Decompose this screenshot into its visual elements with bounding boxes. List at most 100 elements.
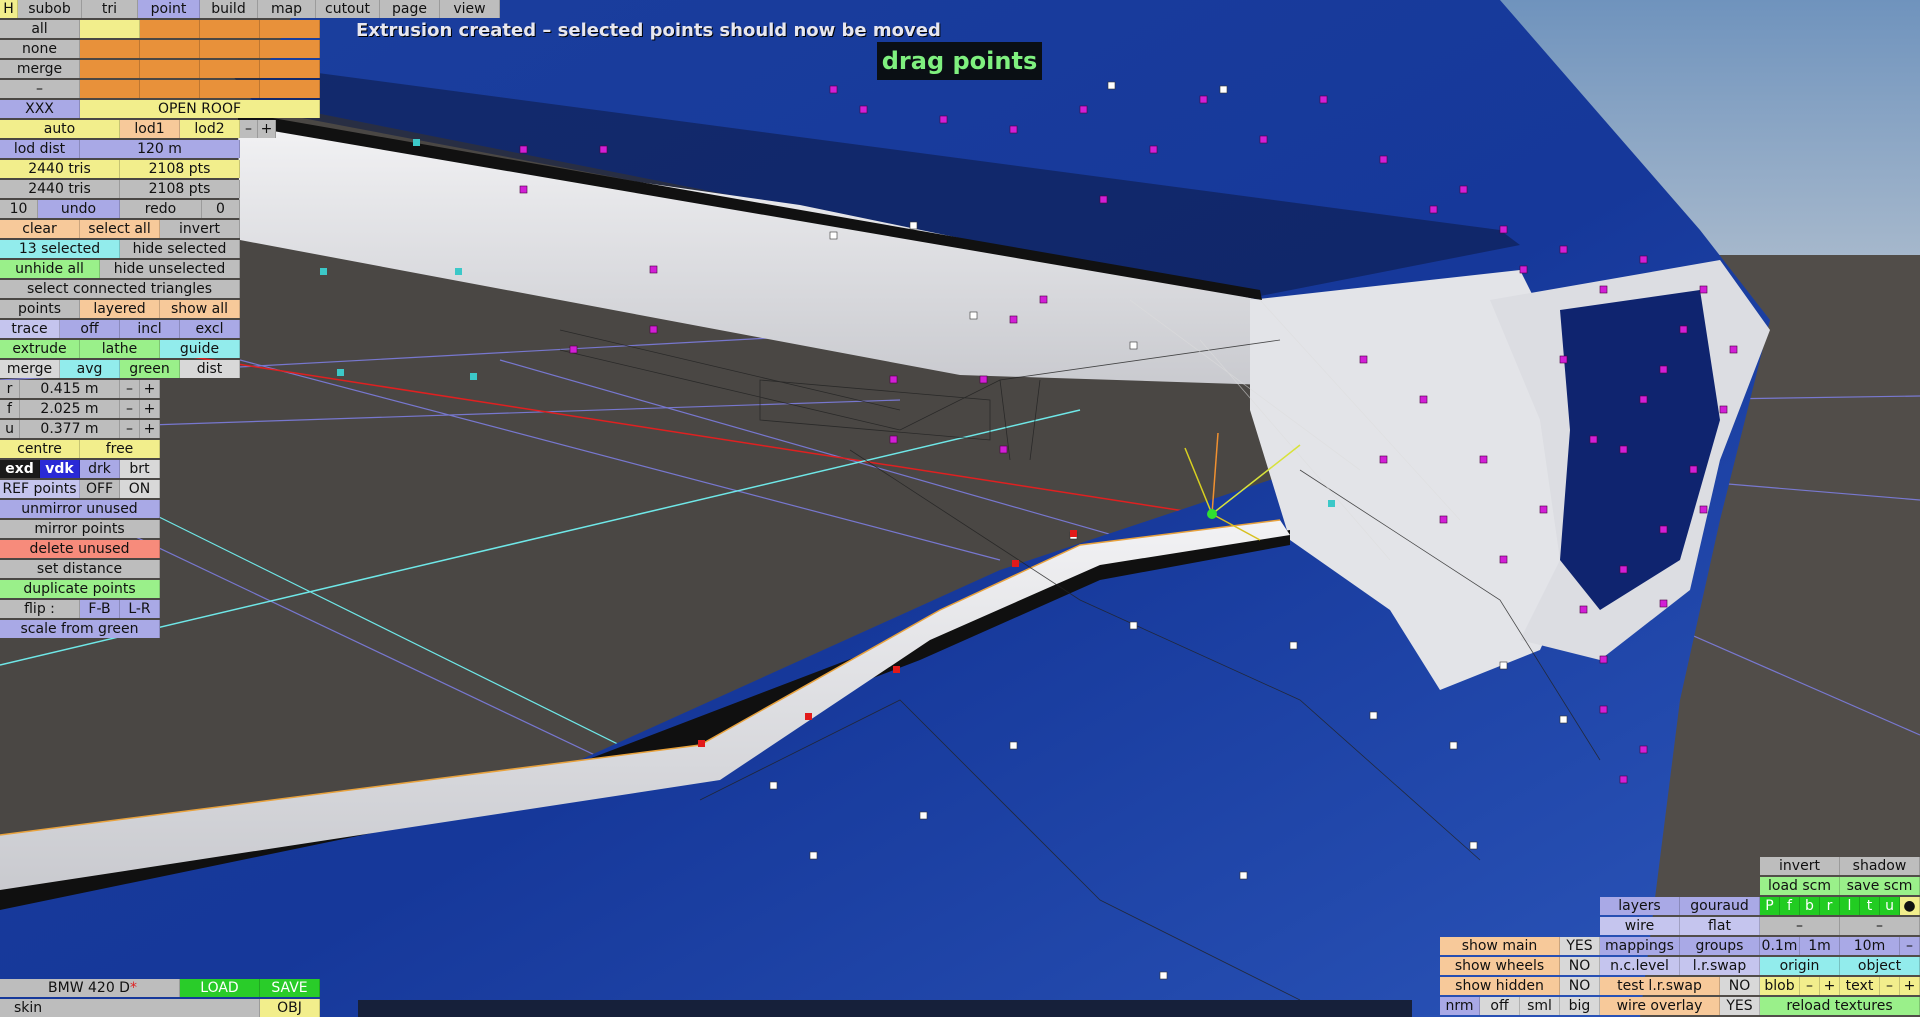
layers-button[interactable]: layers — [1600, 897, 1680, 915]
param-r-minus[interactable]: – — [120, 380, 140, 398]
load-button[interactable]: LOAD — [180, 979, 260, 997]
layered-button[interactable]: layered — [80, 300, 160, 318]
drk-button[interactable]: drk — [80, 460, 120, 478]
nrm-button[interactable]: nrm — [1440, 997, 1480, 1015]
group-cell[interactable] — [200, 60, 260, 78]
show-hidden-button[interactable]: show hidden — [1440, 977, 1560, 995]
show-hidden-value[interactable]: NO — [1560, 977, 1600, 995]
view-b-button[interactable]: b — [1800, 897, 1820, 915]
flip-lr-button[interactable]: L-R — [120, 600, 160, 618]
menu-tri[interactable]: tri — [82, 0, 138, 18]
mappings-button[interactable]: mappings — [1600, 937, 1680, 955]
param-u-minus[interactable]: – — [120, 420, 140, 438]
menu-subob[interactable]: subob — [18, 0, 82, 18]
step-1m-button[interactable]: 1m — [1800, 937, 1840, 955]
skin-field[interactable]: skin — [0, 999, 260, 1017]
group-all[interactable]: all — [0, 20, 80, 38]
save-scm-button[interactable]: save scm — [1840, 877, 1920, 895]
param-r-value[interactable]: 0.415 m — [20, 380, 120, 398]
group-cell[interactable] — [200, 80, 260, 98]
show-all-button[interactable]: show all — [160, 300, 240, 318]
menu-build[interactable]: build — [200, 0, 258, 18]
test-lr-swap-value[interactable]: NO — [1720, 977, 1760, 995]
avg-button[interactable]: avg — [60, 360, 120, 378]
group-cell[interactable] — [140, 40, 200, 58]
clear-button[interactable]: clear — [0, 220, 80, 238]
off-button[interactable]: off — [1480, 997, 1520, 1015]
hide-selected-button[interactable]: hide selected — [120, 240, 240, 258]
file-name[interactable]: BMW 420 D* — [0, 979, 180, 997]
origin-button[interactable]: origin — [1760, 957, 1840, 975]
step-0-1m-button[interactable]: 0.1m — [1760, 937, 1800, 955]
view-p-button[interactable]: P — [1760, 897, 1780, 915]
centre-button[interactable]: centre — [0, 440, 80, 458]
blob-plus-button[interactable]: + — [1820, 977, 1840, 995]
blob-minus-button[interactable]: – — [1800, 977, 1820, 995]
group-cell[interactable] — [260, 40, 320, 58]
group-cell[interactable] — [200, 40, 260, 58]
mirror-points-button[interactable]: mirror points — [0, 520, 160, 538]
view-f-button[interactable]: f — [1780, 897, 1800, 915]
group-cell[interactable] — [80, 80, 140, 98]
green-button[interactable]: green — [120, 360, 180, 378]
load-scm-button[interactable]: load scm — [1760, 877, 1840, 895]
menu-view[interactable]: view — [440, 0, 500, 18]
vdk-button[interactable]: vdk — [40, 460, 80, 478]
save-button[interactable]: SAVE — [260, 979, 320, 997]
view-t-button[interactable]: t — [1860, 897, 1880, 915]
exd-button[interactable]: exd — [0, 460, 40, 478]
undo-button[interactable]: undo — [38, 200, 120, 218]
wire-overlay-value[interactable]: YES — [1720, 997, 1760, 1015]
brt-button[interactable]: brt — [120, 460, 160, 478]
lod2-button[interactable]: lod2 — [180, 120, 240, 138]
obj-button[interactable]: OBJ — [260, 999, 320, 1017]
guide-button[interactable]: guide — [160, 340, 240, 358]
param-f-plus[interactable]: + — [140, 400, 160, 418]
flat-button[interactable]: flat — [1680, 917, 1760, 935]
group-cell[interactable] — [260, 80, 320, 98]
show-main-value[interactable]: YES — [1560, 937, 1600, 955]
extrude-button[interactable]: extrude — [0, 340, 80, 358]
unmirror-unused-button[interactable]: unmirror unused — [0, 500, 160, 518]
param-u-value[interactable]: 0.377 m — [20, 420, 120, 438]
3d-viewport[interactable] — [0, 0, 1920, 1017]
group-cell[interactable] — [260, 60, 320, 78]
group-none[interactable]: none — [0, 40, 80, 58]
hide-unselected-button[interactable]: hide unselected — [100, 260, 240, 278]
group-open-roof[interactable]: OPEN ROOF — [80, 100, 320, 118]
menu-map[interactable]: map — [258, 0, 316, 18]
menu-cutout[interactable]: cutout — [316, 0, 380, 18]
show-wheels-value[interactable]: NO — [1560, 957, 1600, 975]
ref-on-button[interactable]: ON — [120, 480, 160, 498]
sml-button[interactable]: sml — [1520, 997, 1560, 1015]
unhide-all-button[interactable]: unhide all — [0, 260, 100, 278]
lathe-button[interactable]: lathe — [80, 340, 160, 358]
lod-auto[interactable]: auto — [0, 120, 120, 138]
group-xxx-button[interactable]: XXX — [0, 100, 80, 118]
step-minus-button[interactable]: – — [1900, 937, 1920, 955]
param-f-value[interactable]: 2.025 m — [20, 400, 120, 418]
blob-button[interactable]: blob — [1760, 977, 1800, 995]
trace-off-button[interactable]: off — [60, 320, 120, 338]
gouraud-button[interactable]: gouraud — [1680, 897, 1760, 915]
shadow-button[interactable]: shadow — [1840, 857, 1920, 875]
group-cell[interactable] — [200, 20, 260, 38]
ref-off-button[interactable]: OFF — [80, 480, 120, 498]
group-cell[interactable] — [140, 60, 200, 78]
view-l-button[interactable]: l — [1840, 897, 1860, 915]
free-button[interactable]: free — [80, 440, 160, 458]
dash-button-2[interactable]: – — [1840, 917, 1920, 935]
show-main-button[interactable]: show main — [1440, 937, 1560, 955]
invert-button[interactable]: invert — [160, 220, 240, 238]
menu-point[interactable]: point — [138, 0, 200, 18]
wire-button[interactable]: wire — [1600, 917, 1680, 935]
group-cell[interactable] — [80, 40, 140, 58]
text-minus-button[interactable]: – — [1880, 977, 1900, 995]
reload-textures-button[interactable]: reload textures — [1760, 997, 1920, 1015]
view-u-button[interactable]: u — [1880, 897, 1900, 915]
nc-level-button[interactable]: n.c.level — [1600, 957, 1680, 975]
text-plus-button[interactable]: + — [1900, 977, 1920, 995]
view-r-button[interactable]: r — [1820, 897, 1840, 915]
lod1-button[interactable]: lod1 — [120, 120, 180, 138]
lod-dist-value[interactable]: 120 m — [80, 140, 240, 158]
